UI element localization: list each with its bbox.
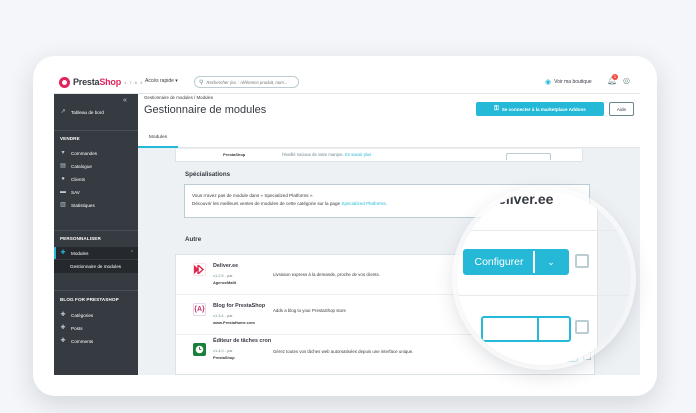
search-icon: ⚲	[199, 79, 204, 86]
section-title-specialisations: Spécialisations	[185, 171, 231, 178]
sidebar-divider	[54, 290, 138, 291]
deliveree-logo-icon	[193, 263, 206, 276]
sidebar-item-orders[interactable]: ▾ Commandes	[54, 147, 138, 159]
sidebar-item-categories[interactable]: ✚ Catégories	[54, 309, 138, 321]
sidebar-divider	[54, 230, 138, 231]
sidebar-item-modules[interactable]: ✚ Modules ⌃	[54, 247, 138, 259]
quick-access-menu[interactable]: Accès rapide ▾	[145, 78, 178, 84]
account-icon[interactable]: ◎	[623, 76, 630, 85]
magnifier-callout: Deliver.ee Configurer ⌄	[457, 191, 631, 365]
version-label: 1.7.6.X	[124, 79, 144, 85]
module-author: AgenceMaltt	[213, 280, 237, 285]
notifications-button[interactable]: 🔔︎ 1	[607, 74, 618, 85]
chart-icon: ▥	[60, 202, 66, 208]
sidebar-item-stats[interactable]: ▥ Statistiques	[54, 199, 138, 211]
puzzle-icon: ✚	[60, 250, 66, 256]
magnified-checkbox[interactable]	[575, 320, 589, 334]
module-name: Deliver.ee	[213, 263, 239, 269]
notification-badge: 1	[612, 74, 618, 80]
puzzle-icon: ✚	[60, 312, 66, 318]
view-shop-link[interactable]: ◉ Voir ma boutique	[545, 78, 592, 86]
blog-logo-icon: {A}	[193, 303, 206, 316]
magnified-background	[597, 191, 631, 365]
tab-modules[interactable]: Modules	[138, 129, 178, 148]
prestashop-logo[interactable]: PrestaShop 1.7.6.X	[59, 76, 144, 88]
chevron-down-icon[interactable]: ⌄	[535, 251, 567, 273]
magnified-checkbox[interactable]	[575, 254, 589, 268]
sidebar-item-customers[interactable]: ● Clients	[54, 173, 138, 185]
section-title-other: Autre	[185, 236, 202, 243]
page-header: Gestionnaire de modules / Modules Gestio…	[138, 94, 640, 148]
help-button[interactable]: Aide	[609, 102, 634, 116]
user-icon: ●	[61, 176, 65, 182]
module-version: v1.3.4 - par	[213, 313, 233, 318]
puzzle-icon: ✚	[60, 338, 66, 344]
sidebar-subitem-module-manager[interactable]: Gestionnaire de modules	[54, 260, 138, 273]
module-version: v1.2.5 - par	[213, 273, 233, 278]
breadcrumb[interactable]: Gestionnaire de modules / Modules	[144, 95, 213, 100]
key-icon: ⚿	[494, 105, 499, 112]
connect-addons-button[interactable]: ⚿ Se connecter à la marketplace Addons	[476, 102, 604, 116]
magnified-row-divider	[457, 230, 631, 231]
puzzle-icon: ✚	[60, 325, 66, 331]
logo-icon	[59, 76, 70, 88]
magnified-module-name: Deliver.ee	[488, 191, 554, 207]
sidebar-item-catalog[interactable]: ▤ Catalogue	[54, 160, 138, 172]
top-bar: PrestaShop 1.7.6.X Accès rapide ▾ ⚲ ◉ Vo…	[54, 70, 640, 94]
sidebar-item-comments[interactable]: ✚ Comments	[54, 335, 138, 347]
sidebar-item-support[interactable]: ▬ SAV	[54, 186, 138, 198]
chat-icon: ▬	[60, 189, 66, 195]
module-name: Blog for PrestaShop	[213, 303, 266, 309]
module-description: Livraison express à la demande, proche d…	[273, 272, 380, 277]
sidebar-divider	[54, 130, 138, 131]
module-author: PrestaShop	[213, 355, 235, 360]
module-version: v1.4.0 - par	[213, 348, 233, 353]
module-name: Éditeur de tâches cron	[213, 338, 272, 344]
sidebar: « ↗ Tableau de bord VENDRE ▾ Commandes ▤…	[54, 94, 138, 375]
store-icon: ▤	[60, 163, 66, 169]
sidebar-section-blog: BLOG FOR PRESTASHOP	[60, 297, 119, 302]
configure-button[interactable]	[506, 153, 551, 160]
cron-clock-icon	[193, 343, 206, 356]
sidebar-section-customize: PERSONNALISER	[60, 236, 101, 241]
sidebar-item-dashboard[interactable]: ↗ Tableau de bord	[54, 106, 138, 118]
module-author: www.PrestaHome.com	[213, 320, 255, 325]
previous-module-row: PrestaShop l'éveillé sociaux de votre ma…	[175, 149, 583, 162]
sidebar-section-sell: VENDRE	[60, 136, 80, 141]
page-title: Gestionnaire de modules	[144, 104, 267, 116]
trending-up-icon: ↗	[60, 109, 66, 115]
eye-icon: ◉	[545, 79, 552, 86]
module-description: Gérez toutes vos tâches web automatisées…	[273, 349, 414, 354]
cart-icon: ▾	[61, 150, 65, 156]
specialized-platforms-link[interactable]: Specialized Platforms	[341, 201, 385, 206]
learn-more-link[interactable]: En savoir plus	[345, 152, 371, 157]
magnified-configure-button[interactable]: Configurer ⌄	[463, 249, 569, 275]
magnified-row-divider	[457, 295, 631, 296]
magnified-configure-button-partial[interactable]	[481, 316, 571, 342]
sidebar-item-posts[interactable]: ✚ Posts	[54, 322, 138, 334]
search-box[interactable]: ⚲	[194, 76, 299, 88]
search-input[interactable]	[206, 79, 297, 85]
collapse-sidebar-icon[interactable]: «	[123, 97, 127, 104]
chevron-up-icon: ⌃	[129, 250, 134, 256]
module-description: Adds a blog to your PrestaShop store	[273, 308, 346, 313]
